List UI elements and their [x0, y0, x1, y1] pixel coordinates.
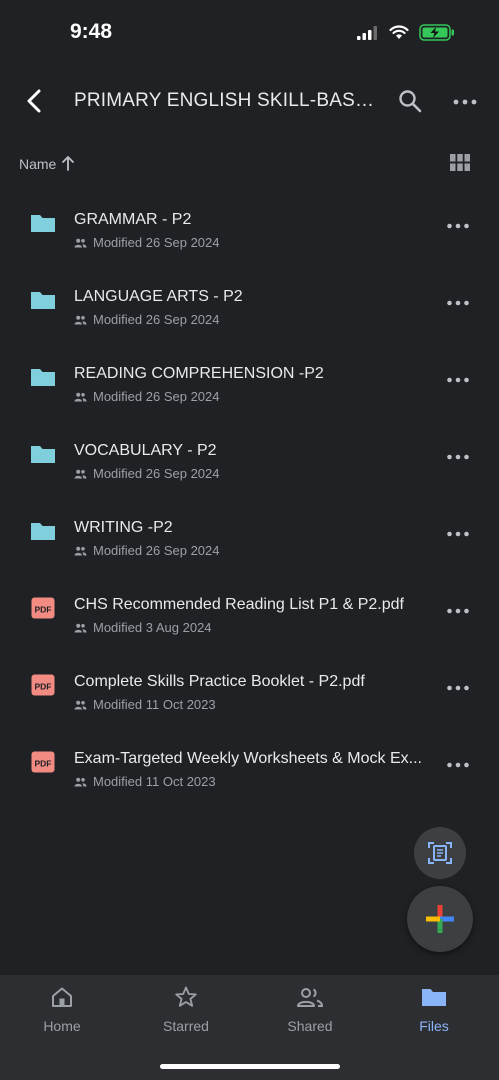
file-modified: Modified 26 Sep 2024: [93, 235, 220, 250]
file-modified: Modified 11 Oct 2023: [93, 697, 216, 712]
folder-icon: [30, 441, 56, 467]
shared-people-icon: [74, 623, 87, 632]
file-meta: Modified 26 Sep 2024: [74, 466, 219, 481]
file-meta: Modified 26 Sep 2024: [74, 543, 219, 558]
file-list-item[interactable]: GRAMMAR - P2 Modified 26 Sep 2024: [0, 182, 499, 259]
new-item-button[interactable]: [407, 886, 473, 952]
document-scan-icon: [428, 842, 452, 864]
status-time: 9:48: [70, 20, 113, 43]
pdf-file-icon: PDF: [30, 595, 56, 621]
shared-people-icon: [74, 469, 87, 478]
file-modified: Modified 26 Sep 2024: [93, 389, 220, 404]
scan-button[interactable]: [414, 827, 466, 879]
file-modified: Modified 3 Aug 2024: [93, 620, 212, 635]
file-name: CHS Recommended Reading List P1 & P2.pdf: [74, 596, 404, 613]
more-options-icon[interactable]: [452, 90, 478, 114]
wifi-icon: [389, 25, 409, 39]
file-list-item[interactable]: WRITING -P2 Modified 26 Sep 2024: [0, 490, 499, 567]
shared-people-icon: [74, 546, 87, 555]
file-list-item[interactable]: PDF CHS Recommended Reading List P1 & P2.…: [0, 567, 499, 644]
nav-starred-label: Starred: [163, 1018, 209, 1034]
nav-home[interactable]: Home: [17, 985, 107, 1034]
page-title: PRIMARY ENGLISH SKILL-BASE...: [74, 90, 384, 111]
nav-shared[interactable]: Shared: [265, 985, 355, 1034]
file-meta: Modified 26 Sep 2024: [74, 389, 219, 404]
file-list-item[interactable]: PDF Complete Skills Practice Booklet - P2…: [0, 644, 499, 721]
pdf-badge-text: PDF: [35, 605, 52, 615]
file-meta: Modified 26 Sep 2024: [74, 235, 219, 250]
pdf-file-icon: PDF: [30, 672, 56, 698]
shared-people-icon: [74, 238, 87, 247]
file-list-item[interactable]: VOCABULARY - P2 Modified 26 Sep 2024: [0, 413, 499, 490]
folder-icon: [30, 364, 56, 390]
plus-icon: [426, 905, 454, 933]
more-options-icon[interactable]: [446, 220, 470, 232]
file-name: LANGUAGE ARTS - P2: [74, 288, 243, 305]
folder-icon: [30, 518, 56, 544]
file-list-item[interactable]: PDF Exam-Targeted Weekly Worksheets & Moc…: [0, 721, 499, 798]
more-options-icon[interactable]: [446, 528, 470, 540]
shared-people-icon: [74, 777, 87, 786]
shared-people-icon: [74, 392, 87, 401]
home-icon: [52, 987, 72, 1007]
file-list: GRAMMAR - P2 Modified 26 Sep 2024 LANGUAGE…: [0, 182, 499, 798]
more-options-icon[interactable]: [446, 297, 470, 309]
star-icon: [175, 986, 197, 1007]
file-name: Complete Skills Practice Booklet - P2.pd…: [74, 673, 365, 690]
file-meta: Modified 11 Oct 2023: [74, 774, 216, 789]
more-options-icon[interactable]: [446, 682, 470, 694]
file-name: READING COMPREHENSION -P2: [74, 365, 324, 382]
battery-icon: [419, 24, 454, 41]
file-name: WRITING -P2: [74, 519, 173, 536]
people-icon: [297, 988, 324, 1007]
status-icons: [357, 24, 455, 41]
file-modified: Modified 26 Sep 2024: [93, 312, 220, 327]
status-bar: 9:48: [0, 0, 499, 70]
more-options-icon[interactable]: [446, 374, 470, 386]
more-options-icon[interactable]: [446, 451, 470, 463]
sort-control[interactable]: Name: [0, 146, 499, 182]
file-modified: Modified 26 Sep 2024: [93, 543, 220, 558]
shared-people-icon: [74, 700, 87, 709]
more-options-icon[interactable]: [446, 759, 470, 771]
app-header: PRIMARY ENGLISH SKILL-BASE...: [0, 70, 499, 134]
nav-files[interactable]: Files: [389, 985, 479, 1034]
file-name: GRAMMAR - P2: [74, 211, 192, 228]
folder-icon: [30, 287, 56, 313]
file-meta: Modified 11 Oct 2023: [74, 697, 216, 712]
file-modified: Modified 11 Oct 2023: [93, 774, 216, 789]
file-name: VOCABULARY - P2: [74, 442, 217, 459]
signal-icon: [357, 25, 377, 40]
sort-label: Name: [19, 156, 57, 172]
nav-files-label: Files: [419, 1018, 449, 1034]
pdf-badge-text: PDF: [35, 759, 52, 769]
arrow-up-icon: [62, 156, 74, 171]
file-list-item[interactable]: READING COMPREHENSION -P2 Modified 26 Sep…: [0, 336, 499, 413]
back-icon[interactable]: [20, 86, 50, 116]
nav-home-label: Home: [43, 1018, 81, 1034]
pdf-badge-text: PDF: [35, 682, 52, 692]
pdf-file-icon: PDF: [30, 749, 56, 775]
file-meta: Modified 3 Aug 2024: [74, 620, 212, 635]
grid-view-icon[interactable]: [449, 152, 471, 174]
file-modified: Modified 26 Sep 2024: [93, 466, 220, 481]
more-options-icon[interactable]: [446, 605, 470, 617]
folder-icon: [30, 210, 56, 236]
nav-starred[interactable]: Starred: [141, 985, 231, 1034]
search-icon[interactable]: [397, 88, 423, 114]
home-indicator: [160, 1064, 340, 1069]
file-meta: Modified 26 Sep 2024: [74, 312, 219, 327]
folder-icon: [422, 989, 446, 1006]
nav-shared-label: Shared: [287, 1018, 333, 1034]
file-name: Exam-Targeted Weekly Worksheets & Mock E…: [74, 750, 422, 767]
shared-people-icon: [74, 315, 87, 324]
file-list-item[interactable]: LANGUAGE ARTS - P2 Modified 26 Sep 2024: [0, 259, 499, 336]
